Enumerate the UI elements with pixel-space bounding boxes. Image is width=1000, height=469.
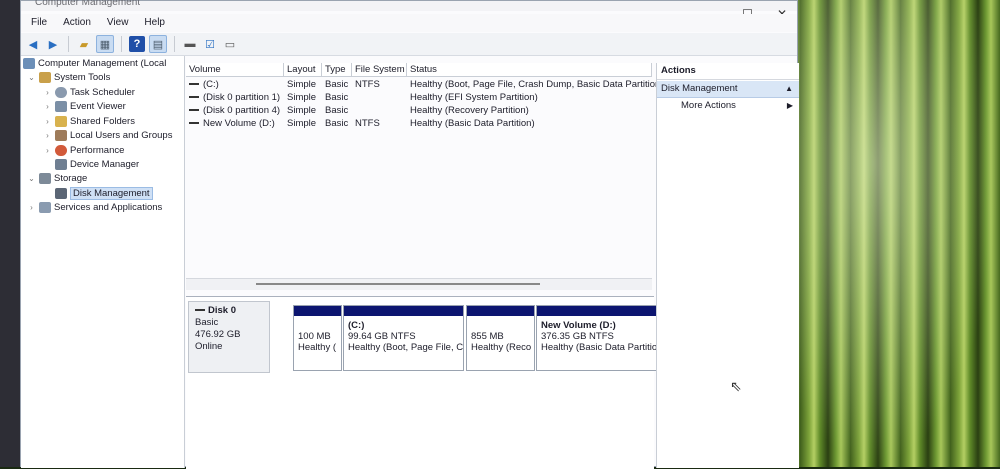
disk-management-pane: Volume Layout Type File System Status (C… xyxy=(186,59,670,469)
forward-icon[interactable]: ▶ xyxy=(45,36,61,52)
menu-file[interactable]: File xyxy=(31,14,47,32)
computer-icon xyxy=(23,58,35,69)
more-actions-item[interactable]: More Actions ▶ xyxy=(657,98,799,114)
disk-graphical-view: Disk 0 Basic 476.92 GB Online 100 MB Hea… xyxy=(186,296,670,469)
tree-item-local-users[interactable]: › Local Users and Groups xyxy=(43,130,172,141)
volume-row[interactable]: New Volume (D:) Simple Basic NTFS Health… xyxy=(186,117,652,130)
disk-icon xyxy=(195,309,205,312)
col-volume[interactable]: Volume xyxy=(186,63,284,77)
layout-icon[interactable]: ▭ xyxy=(222,36,238,52)
mouse-pointer-icon: ⇖ xyxy=(730,378,742,394)
help-icon[interactable]: ? xyxy=(129,36,145,52)
volume-row[interactable]: (C:) Simple Basic NTFS Healthy (Boot, Pa… xyxy=(186,78,663,91)
actions-pane: Actions Disk Management ▲ More Actions ▶ xyxy=(656,63,799,468)
volume-row[interactable]: (Disk 0 partition 1) Simple Basic Health… xyxy=(186,91,652,104)
disk-type: Basic xyxy=(195,317,219,328)
device-manager-icon xyxy=(55,159,67,170)
disk-size: 476.92 GB xyxy=(195,329,241,340)
tree-item-device-manager[interactable]: Device Manager xyxy=(43,159,139,170)
event-viewer-icon xyxy=(55,101,67,112)
collapse-arrow-icon[interactable]: ▲ xyxy=(785,81,793,97)
collapse-chevron-icon[interactable]: ⌄ xyxy=(27,73,36,82)
actions-header: Actions xyxy=(657,63,799,80)
toolbar: ◀ ▶ ▰ ▦ ? ▤ ▬ ☑ ▭ xyxy=(21,33,797,56)
expand-chevron-icon[interactable]: › xyxy=(43,102,52,111)
tree-item-storage[interactable]: ⌄ Storage xyxy=(27,173,87,184)
col-layout[interactable]: Layout xyxy=(284,63,322,77)
volume-icon xyxy=(189,122,199,125)
expand-chevron-icon[interactable]: › xyxy=(43,131,52,140)
partition-d[interactable]: New Volume (D:) 376.35 GB NTFS Healthy (… xyxy=(536,305,670,371)
volume-icon xyxy=(189,109,199,112)
tree-item-system-tools[interactable]: ⌄ System Tools xyxy=(27,72,110,83)
volume-row[interactable]: (Disk 0 partition 4) Simple Basic Health… xyxy=(186,104,652,117)
menu-help[interactable]: Help xyxy=(144,14,165,32)
properties-icon[interactable]: ▤ xyxy=(149,35,167,53)
tools-icon xyxy=(39,72,51,83)
disk-management-icon xyxy=(55,188,67,199)
disk-icon[interactable]: ▬ xyxy=(182,36,198,52)
tree-item-task-scheduler[interactable]: › Task Scheduler xyxy=(43,87,135,98)
submenu-arrow-icon: ▶ xyxy=(786,101,793,110)
back-icon[interactable]: ◀ xyxy=(25,36,41,52)
clock-icon xyxy=(55,87,67,98)
computer-management-window: Computer Management — ☐ ✕ File Action Vi… xyxy=(20,0,799,469)
show-hide-tree-icon[interactable]: ▦ xyxy=(96,35,114,53)
collapse-chevron-icon[interactable]: ⌄ xyxy=(27,174,36,183)
navigation-tree: Computer Management (Local ⌄ System Tool… xyxy=(21,56,185,468)
scrollbar-thumb[interactable] xyxy=(256,283,540,285)
expand-chevron-icon[interactable]: › xyxy=(43,146,52,155)
title-bar: Computer Management — ☐ ✕ xyxy=(21,0,797,21)
tree-item-services[interactable]: › Services and Applications xyxy=(27,202,162,213)
up-folder-icon[interactable]: ▰ xyxy=(76,36,92,52)
expand-chevron-icon[interactable]: › xyxy=(43,88,52,97)
tree-item-shared-folders[interactable]: › Shared Folders xyxy=(43,116,135,127)
partition-efi[interactable]: 100 MB Healthy ( xyxy=(293,305,342,371)
window-title: Computer Management xyxy=(35,0,141,8)
col-status[interactable]: Status xyxy=(407,63,652,77)
tree-item-performance[interactable]: › Performance xyxy=(43,145,124,156)
expand-chevron-icon[interactable]: › xyxy=(43,117,52,126)
col-type[interactable]: Type xyxy=(322,63,352,77)
expand-chevron-icon[interactable]: › xyxy=(27,203,36,212)
users-icon xyxy=(55,130,67,141)
col-file-system[interactable]: File System xyxy=(352,63,407,77)
volume-icon xyxy=(189,96,199,99)
tree-item-event-viewer[interactable]: › Event Viewer xyxy=(43,101,126,112)
performance-icon xyxy=(55,145,67,156)
taskbar-edge xyxy=(0,0,20,467)
menu-action[interactable]: Action xyxy=(63,14,91,32)
menu-view[interactable]: View xyxy=(107,14,129,32)
shared-folder-icon xyxy=(55,116,67,127)
horizontal-scrollbar[interactable] xyxy=(186,278,652,290)
services-icon xyxy=(39,202,51,213)
partition-recovery[interactable]: 855 MB Healthy (Reco xyxy=(466,305,535,371)
disk-name: Disk 0 xyxy=(208,305,236,316)
disk-state: Online xyxy=(195,341,223,352)
actions-section-disk-management[interactable]: Disk Management ▲ xyxy=(657,81,799,98)
partition-c[interactable]: (C:) 99.64 GB NTFS Healthy (Boot, Page F… xyxy=(343,305,464,371)
disk-0-info[interactable]: Disk 0 Basic 476.92 GB Online xyxy=(188,301,270,373)
storage-icon xyxy=(39,173,51,184)
tree-item-root[interactable]: Computer Management (Local xyxy=(23,58,166,69)
volume-icon xyxy=(189,83,199,86)
check-icon[interactable]: ☑ xyxy=(202,36,218,52)
tree-item-disk-management[interactable]: Disk Management xyxy=(43,187,153,200)
menu-bar: File Action View Help xyxy=(21,14,797,32)
